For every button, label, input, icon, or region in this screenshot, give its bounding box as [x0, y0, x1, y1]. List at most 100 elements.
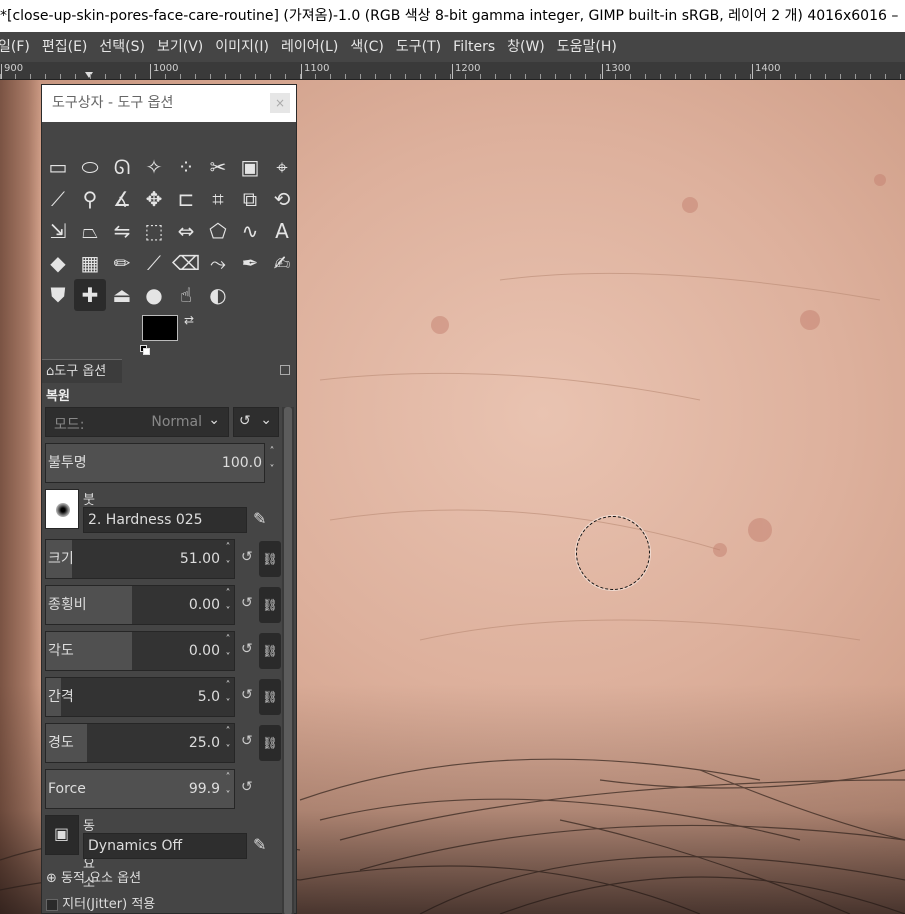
horizontal-ruler[interactable]: 900 1000 1100 1200 1300 1400	[0, 62, 905, 80]
rotate-icon[interactable]: ⟲	[266, 183, 298, 215]
default-colors-icon[interactable]	[140, 345, 150, 355]
menu-item-7[interactable]: 도구(T)	[390, 32, 447, 62]
unified-transform-icon[interactable]: ⧉	[234, 183, 266, 215]
options-scrollbar-thumb[interactable]	[284, 407, 292, 914]
force-slider[interactable]: Force 99.9	[45, 769, 235, 809]
measure-icon[interactable]: ∡	[106, 183, 138, 215]
menu-item-8[interactable]: Filters	[447, 32, 501, 62]
slider-spinner[interactable]: ˄ ˅	[222, 585, 234, 625]
foreground-select-icon[interactable]: ▣	[234, 151, 266, 183]
tab-tool-options[interactable]: ⌂도구 옵션	[42, 359, 122, 383]
menu-item-6[interactable]: 색(C)	[344, 32, 390, 62]
tab-menu-icon[interactable]	[280, 365, 290, 375]
perspective-clone-icon[interactable]: ⏏	[106, 279, 138, 311]
force-spinner[interactable]: ˄ ˅	[222, 769, 234, 809]
pencil-icon[interactable]: ✏	[106, 247, 138, 279]
menu-item-2[interactable]: 선택(S)	[93, 32, 151, 62]
blur-sharpen-icon[interactable]: ●	[138, 279, 170, 311]
cage-transform-icon[interactable]: ⬠	[202, 215, 234, 247]
reset-icon[interactable]: ↺	[241, 641, 259, 661]
edit-dynamics-icon[interactable]: ✎	[253, 835, 266, 854]
foreground-color-swatch[interactable]	[142, 315, 178, 341]
gradient-icon[interactable]: ▦	[74, 247, 106, 279]
align-icon[interactable]: ⊏	[170, 183, 202, 215]
warp-transform-icon[interactable]: ∿	[234, 215, 266, 247]
text-icon[interactable]: A	[266, 215, 298, 247]
3d-transform-icon[interactable]: ⬚	[138, 215, 170, 247]
zoom-icon[interactable]: ⚲	[74, 183, 106, 215]
rect-select-icon[interactable]: ▭	[42, 151, 74, 183]
scissors-select-icon[interactable]: ✂	[202, 151, 234, 183]
slider-spinner[interactable]: ˄ ˅	[222, 723, 234, 763]
dynamics-preview[interactable]: ▣	[45, 815, 79, 855]
airbrush-icon[interactable]: ⤳	[202, 247, 234, 279]
menu-item-10[interactable]: 도움말(H)	[551, 32, 623, 62]
flip-icon[interactable]: ⇋	[106, 215, 138, 247]
menu-item-5[interactable]: 레이어(L)	[275, 32, 344, 62]
reset-icon[interactable]: ↺	[241, 549, 259, 569]
menu-item-1[interactable]: 편집(E)	[36, 32, 94, 62]
brush-name-field[interactable]: 2. Hardness 025	[83, 507, 247, 533]
swap-colors-icon[interactable]: ⇄	[184, 313, 194, 327]
link-to-brush-icon[interactable]: ⛓	[259, 633, 281, 669]
link-to-brush-icon[interactable]: ⛓	[259, 725, 281, 761]
mode-reset-select[interactable]: ↺ ⌄	[233, 407, 279, 437]
smudge-icon[interactable]: ☝	[170, 279, 202, 311]
dynamics-options-expander[interactable]: ⊕ 동적 요소 옵션	[46, 867, 141, 886]
select-by-color-icon[interactable]: ⁘	[170, 151, 202, 183]
ruler-major-tick	[1, 64, 2, 79]
dynamics-name-field[interactable]: Dynamics Off	[83, 833, 247, 859]
opacity-slider[interactable]: 불투명 100.0	[45, 443, 265, 483]
close-icon[interactable]: ×	[270, 93, 290, 113]
jitter-checkbox[interactable]	[46, 898, 58, 911]
link-to-brush-icon[interactable]: ⛓	[259, 679, 281, 715]
link-to-brush-icon[interactable]: ⛓	[259, 541, 281, 577]
color-picker-icon[interactable]: ⟋	[42, 183, 74, 215]
menu-item-0[interactable]: 일(F)	[0, 32, 36, 62]
brush-preview[interactable]	[45, 489, 79, 529]
heal-icon[interactable]: ✚	[74, 279, 106, 311]
opacity-value: 100.0	[221, 455, 262, 471]
shear-icon[interactable]: ⇲	[42, 215, 74, 247]
free-select-icon[interactable]: ᘏ	[106, 151, 138, 183]
reset-icon[interactable]: ↺	[241, 595, 259, 615]
brush-param-slider[interactable]: 각도 0.00	[45, 631, 235, 671]
clone-icon[interactable]: ⛊	[42, 279, 74, 311]
mypaint-brush-icon[interactable]: ✍	[266, 247, 298, 279]
brush-param-slider[interactable]: 간격 5.0	[45, 677, 235, 717]
handle-transform-icon[interactable]: ⇔	[170, 215, 202, 247]
toolbox-header[interactable]: 도구상자 - 도구 옵션 ×	[42, 85, 296, 122]
paintbrush-icon[interactable]: ⟋	[138, 247, 170, 279]
menu-item-3[interactable]: 보기(V)	[151, 32, 209, 62]
menu-item-4[interactable]: 이미지(I)	[209, 32, 275, 62]
jitter-checkbox-row[interactable]: 지터(Jitter) 적용	[46, 893, 155, 912]
menu-item-9[interactable]: 창(W)	[501, 32, 551, 62]
eraser-icon[interactable]: ⌫	[170, 247, 202, 279]
reset-icon[interactable]: ↺	[241, 733, 259, 753]
bucket-fill-icon[interactable]: ◆	[42, 247, 74, 279]
move-icon[interactable]: ✥	[138, 183, 170, 215]
slider-spinner[interactable]: ˄ ˅	[222, 631, 234, 671]
ruler-major-tick	[752, 64, 753, 79]
edit-brush-icon[interactable]: ✎	[253, 509, 266, 528]
slider-spinner[interactable]: ˄ ˅	[222, 539, 234, 579]
slider-label: 종횡비	[48, 597, 87, 613]
fuzzy-select-icon[interactable]: ✧	[138, 151, 170, 183]
perspective-icon[interactable]: ⏢	[74, 215, 106, 247]
paths-icon[interactable]: ⌖	[266, 151, 298, 183]
ink-icon[interactable]: ✒	[234, 247, 266, 279]
brush-param-slider[interactable]: 크기 51.00	[45, 539, 235, 579]
ruler-label: 1400	[755, 63, 781, 74]
opacity-spinner[interactable]: ˄ ˅	[266, 443, 278, 483]
reset-icon[interactable]: ↺	[241, 687, 259, 707]
crop-icon[interactable]: ⌗	[202, 183, 234, 215]
slider-spinner[interactable]: ˄ ˅	[222, 677, 234, 717]
mode-select[interactable]: 모드: Normal ⌄	[45, 407, 229, 437]
brush-param-slider[interactable]: 경도 25.0	[45, 723, 235, 763]
reset-icon[interactable]: ↺	[241, 779, 259, 799]
ellipse-select-icon[interactable]: ⬭	[74, 151, 106, 183]
link-to-brush-icon[interactable]: ⛓	[259, 587, 281, 623]
color-area[interactable]: ⇄	[140, 313, 202, 359]
dodge-burn-icon[interactable]: ◐	[202, 279, 234, 311]
brush-param-slider[interactable]: 종횡비 0.00	[45, 585, 235, 625]
